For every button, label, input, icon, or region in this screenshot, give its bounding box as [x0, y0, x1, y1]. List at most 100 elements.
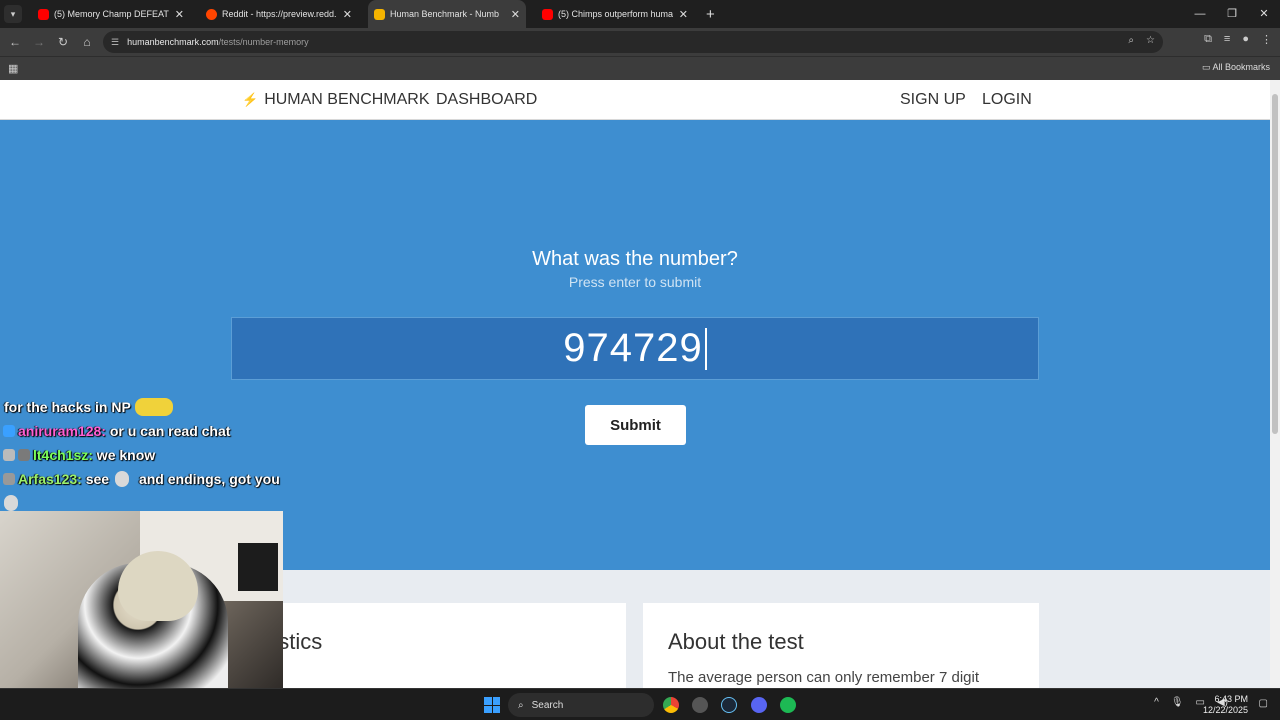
badge-icon	[3, 473, 15, 485]
dashboard-link[interactable]: DASHBOARD	[436, 91, 537, 109]
badge-icon	[18, 449, 30, 461]
chat-message: aniruram128: or u can read chat	[0, 419, 290, 443]
statistics-card: atistics	[230, 603, 626, 688]
chat-text: and endings, got you	[135, 471, 280, 487]
about-test-card: About the test The average person can on…	[643, 603, 1039, 688]
badge-icon	[3, 425, 15, 437]
all-bookmarks-label: All Bookmarks	[1212, 62, 1270, 72]
about-text: The average person can only remember 7 d…	[668, 669, 980, 686]
webcam-overlay	[0, 511, 283, 688]
tab-reddit[interactable]: Reddit - https://preview.redd.it ✕	[200, 0, 358, 28]
more-menu-icon[interactable]: ⋮	[1261, 33, 1272, 46]
taskbar-search-label: Search	[531, 699, 564, 711]
close-icon[interactable]: ✕	[679, 8, 688, 21]
number-answer-input[interactable]: 974729	[231, 317, 1039, 380]
tab-memory-champ[interactable]: (5) Memory Champ DEFEATS H ✕	[32, 0, 190, 28]
window-controls: — ❐ ✕	[1184, 0, 1280, 28]
microphone-icon[interactable]: 🎙	[1171, 697, 1184, 708]
folder-icon: ▭	[1201, 62, 1213, 72]
site-navbar: ⚡ HUMAN BENCHMARK DASHBOARD SIGN UP LOGI…	[0, 80, 1270, 120]
test-question: What was the number?	[532, 248, 738, 270]
close-icon[interactable]: ✕	[175, 8, 184, 21]
chat-username: Arfas123:	[18, 471, 82, 487]
steam-icon[interactable]	[721, 697, 737, 713]
discord-icon[interactable]	[751, 697, 767, 713]
chat-text: we know	[92, 447, 156, 463]
tab-search-button[interactable]: ▾	[4, 5, 22, 23]
human-benchmark-favicon-icon	[374, 8, 385, 20]
reddit-favicon-icon	[206, 8, 217, 20]
close-icon[interactable]: ✕	[511, 8, 520, 21]
signup-link[interactable]: SIGN UP	[900, 91, 966, 109]
emote-icon	[4, 495, 18, 511]
back-icon[interactable]: ←	[3, 35, 27, 49]
home-icon[interactable]: ⌂	[75, 35, 99, 49]
tab-title: Human Benchmark - Numb	[390, 9, 500, 19]
spotify-icon[interactable]	[780, 697, 796, 713]
windows-start-icon[interactable]	[484, 697, 500, 713]
address-bar[interactable]: ☰ humanbenchmark.com/tests/number-memory…	[103, 31, 1163, 53]
notification-icon[interactable]: ▢	[1259, 698, 1268, 709]
tab-title: Reddit - https://preview.redd.it	[222, 9, 337, 19]
tab-chimps[interactable]: (5) Chimps outperform humans ✕	[536, 0, 694, 28]
stream-chat-overlay: for the hacks in NP aniruram128: or u ca…	[0, 395, 290, 515]
chat-message: for the hacks in NP	[0, 395, 290, 419]
chat-text: or u can read chat	[105, 423, 231, 439]
clock-date: 12/22/2025	[1202, 705, 1248, 715]
tab-human-benchmark[interactable]: Human Benchmark - Numb ✕	[368, 0, 526, 28]
close-window-icon[interactable]: ✕	[1248, 0, 1280, 28]
minimize-icon[interactable]: —	[1184, 0, 1216, 28]
search-icon: ⌕	[518, 699, 524, 711]
site-logo-link[interactable]: ⚡ HUMAN BENCHMARK	[242, 91, 430, 109]
badge-icon	[3, 449, 15, 461]
url-host: humanbenchmark.com	[127, 37, 219, 47]
emote-icon	[134, 398, 173, 416]
login-link[interactable]: LOGIN	[982, 91, 1032, 109]
forward-icon[interactable]: →	[27, 35, 51, 49]
site-info-icon[interactable]: ☰	[111, 37, 119, 48]
app-icon[interactable]	[692, 697, 708, 713]
webcam-tv	[238, 543, 278, 591]
about-title: About the test	[668, 629, 804, 654]
restore-icon[interactable]: ❐	[1216, 0, 1248, 28]
close-icon[interactable]: ✕	[343, 8, 352, 21]
webcam-streamer-head	[118, 551, 198, 621]
chrome-icon[interactable]	[663, 697, 679, 713]
new-tab-button[interactable]: +	[706, 6, 715, 23]
scrollbar-thumb[interactable]	[1272, 94, 1278, 434]
windows-taskbar: ⌕ Search ^ 🎙 ▭ ◀) 6:43 PM 12/22/2025 ▢	[0, 688, 1280, 720]
site-logo-text: HUMAN BENCHMARK	[264, 91, 430, 108]
youtube-favicon-icon	[542, 8, 553, 20]
taskbar-clock[interactable]: 6:43 PM 12/22/2025	[1203, 694, 1248, 716]
url-path: /tests/number-memory	[218, 37, 309, 47]
toolbar-right: ⧉ ≡ ● ⋮	[1204, 33, 1272, 46]
zoom-icon[interactable]: ⌕	[1128, 35, 1134, 46]
chat-text: for the hacks in NP	[4, 399, 131, 415]
bookmark-star-icon[interactable]: ☆	[1146, 35, 1155, 46]
chat-username: aniruram128:	[18, 423, 106, 439]
reload-icon[interactable]: ↻	[51, 35, 75, 49]
youtube-favicon-icon	[38, 8, 49, 20]
page-scrollbar[interactable]	[1270, 80, 1280, 688]
bookmarks-bar: ▦ ▭ All Bookmarks	[0, 56, 1280, 80]
chat-message: Arfas123: see and endings, got you	[0, 467, 290, 491]
chevron-up-icon[interactable]: ^	[1154, 697, 1159, 708]
emote-icon	[115, 471, 130, 487]
extensions-icon[interactable]: ⧉	[1204, 33, 1212, 46]
answer-value: 974729	[563, 326, 703, 370]
chat-text: see	[81, 471, 110, 487]
apps-grid-icon[interactable]: ▦	[8, 62, 18, 75]
all-bookmarks-button[interactable]: ▭ All Bookmarks	[1202, 62, 1270, 73]
tab-title: (5) Chimps outperform humans	[558, 9, 673, 19]
browser-tab-bar: ▾ (5) Memory Champ DEFEATS H ✕ Reddit - …	[0, 0, 1280, 28]
clock-time: 6:43 PM	[1214, 694, 1248, 704]
chat-message: lt4ch1sz: we know	[0, 443, 290, 467]
text-caret	[704, 327, 707, 370]
lightning-bolt-icon: ⚡	[242, 92, 259, 107]
tab-title: (5) Memory Champ DEFEATS H	[54, 9, 169, 19]
chat-username: lt4ch1sz:	[33, 447, 93, 463]
taskbar-search[interactable]: ⌕ Search	[508, 693, 654, 717]
profile-avatar-icon[interactable]: ●	[1242, 33, 1249, 46]
submit-button[interactable]: Submit	[585, 405, 686, 445]
media-controls-icon[interactable]: ≡	[1224, 33, 1230, 46]
